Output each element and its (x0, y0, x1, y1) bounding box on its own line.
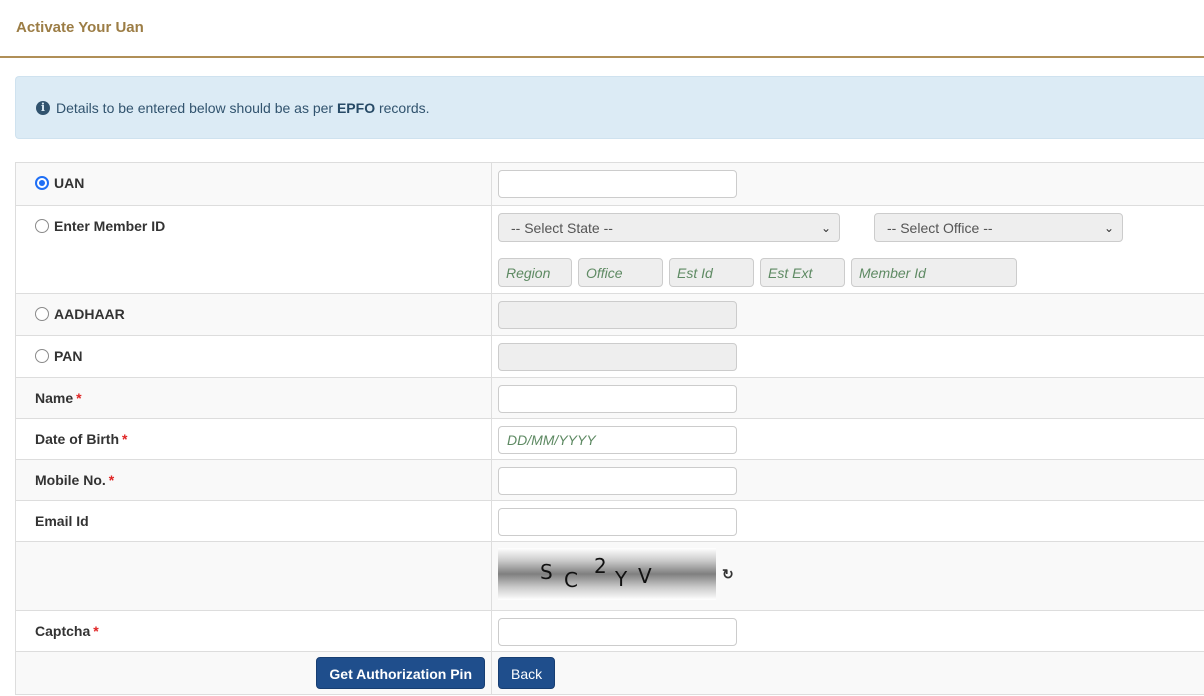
state-select[interactable]: -- Select State -- ⌄ (498, 213, 840, 242)
pan-input[interactable] (498, 343, 737, 371)
mobile-label: Mobile No. (35, 472, 106, 488)
row-dob: Date of Birth * (15, 418, 1204, 460)
captcha-char: S (540, 560, 553, 584)
captcha-char: V (638, 564, 652, 588)
captcha-char: C (564, 568, 578, 592)
member-id-label-cell: Enter Member ID (15, 205, 492, 294)
pan-label: PAN (54, 348, 83, 364)
row-aadhaar: AADHAAR (15, 293, 1204, 336)
row-pan: PAN (15, 335, 1204, 378)
captcha-input[interactable] (498, 618, 737, 646)
page-title: Activate Your Uan (16, 19, 144, 36)
est-id-input[interactable] (669, 258, 754, 287)
captcha-image: S C 2 Y V (498, 548, 716, 600)
title-divider (0, 56, 1204, 58)
chevron-down-icon: ⌄ (820, 220, 831, 235)
aadhaar-label: AADHAAR (54, 306, 125, 322)
row-name: Name * (15, 377, 1204, 419)
member-id-radio[interactable] (35, 219, 49, 233)
required-marker: * (108, 472, 115, 488)
refresh-icon[interactable]: ↻ (722, 566, 734, 583)
office-input[interactable] (578, 258, 663, 287)
required-marker: * (76, 390, 82, 406)
alert-text-bold: EPFO (336, 99, 376, 116)
captcha-char: Y (615, 567, 628, 591)
pan-radio[interactable] (35, 349, 49, 363)
dob-label: Date of Birth (35, 431, 119, 447)
aadhaar-input[interactable] (498, 301, 737, 329)
row-captcha-image: S C 2 Y V ↻ (15, 541, 1204, 611)
row-uan: UAN (15, 162, 1204, 206)
required-marker: * (93, 623, 99, 639)
required-marker: * (122, 431, 128, 447)
office-select-value: -- Select Office -- (887, 219, 993, 236)
row-email: Email Id (15, 500, 1204, 542)
info-circle-icon: i (36, 100, 50, 115)
member-id-input[interactable] (851, 258, 1017, 287)
row-captcha: Captcha * (15, 610, 1204, 652)
chevron-down-icon: ⌄ (1103, 220, 1114, 235)
uan-radio[interactable] (35, 176, 49, 190)
captcha-char: 2 (594, 554, 607, 578)
row-member-id: Enter Member ID -- Select State -- ⌄ -- … (15, 205, 1204, 294)
dob-input[interactable] (498, 426, 737, 454)
activation-form: UAN Enter Member ID -- Select State -- ⌄… (15, 162, 1204, 695)
back-button[interactable]: Back (498, 657, 556, 689)
uan-input[interactable] (498, 170, 737, 198)
info-alert: i Details to be entered below should be … (15, 76, 1204, 139)
alert-text-before: Details to be entered below should be as… (56, 99, 334, 116)
region-input[interactable] (498, 258, 572, 287)
captcha-label: Captcha (35, 623, 91, 639)
office-select[interactable]: -- Select Office -- ⌄ (874, 213, 1123, 242)
uan-label-cell: UAN (15, 162, 492, 206)
alert-text-after: records. (378, 99, 430, 116)
email-label: Email Id (35, 513, 89, 529)
est-ext-input[interactable] (760, 258, 845, 287)
name-label: Name (35, 390, 74, 406)
mobile-input[interactable] (498, 467, 737, 495)
member-id-label: Enter Member ID (54, 218, 166, 234)
row-mobile: Mobile No. * (15, 459, 1204, 501)
uan-label: UAN (54, 175, 85, 191)
name-input[interactable] (498, 385, 737, 413)
aadhaar-radio[interactable] (35, 307, 49, 321)
row-actions: Get Authorization Pin Back (15, 651, 1204, 695)
state-select-value: -- Select State -- (511, 219, 613, 236)
get-authorization-pin-button[interactable]: Get Authorization Pin (316, 657, 485, 689)
email-input[interactable] (498, 508, 737, 536)
